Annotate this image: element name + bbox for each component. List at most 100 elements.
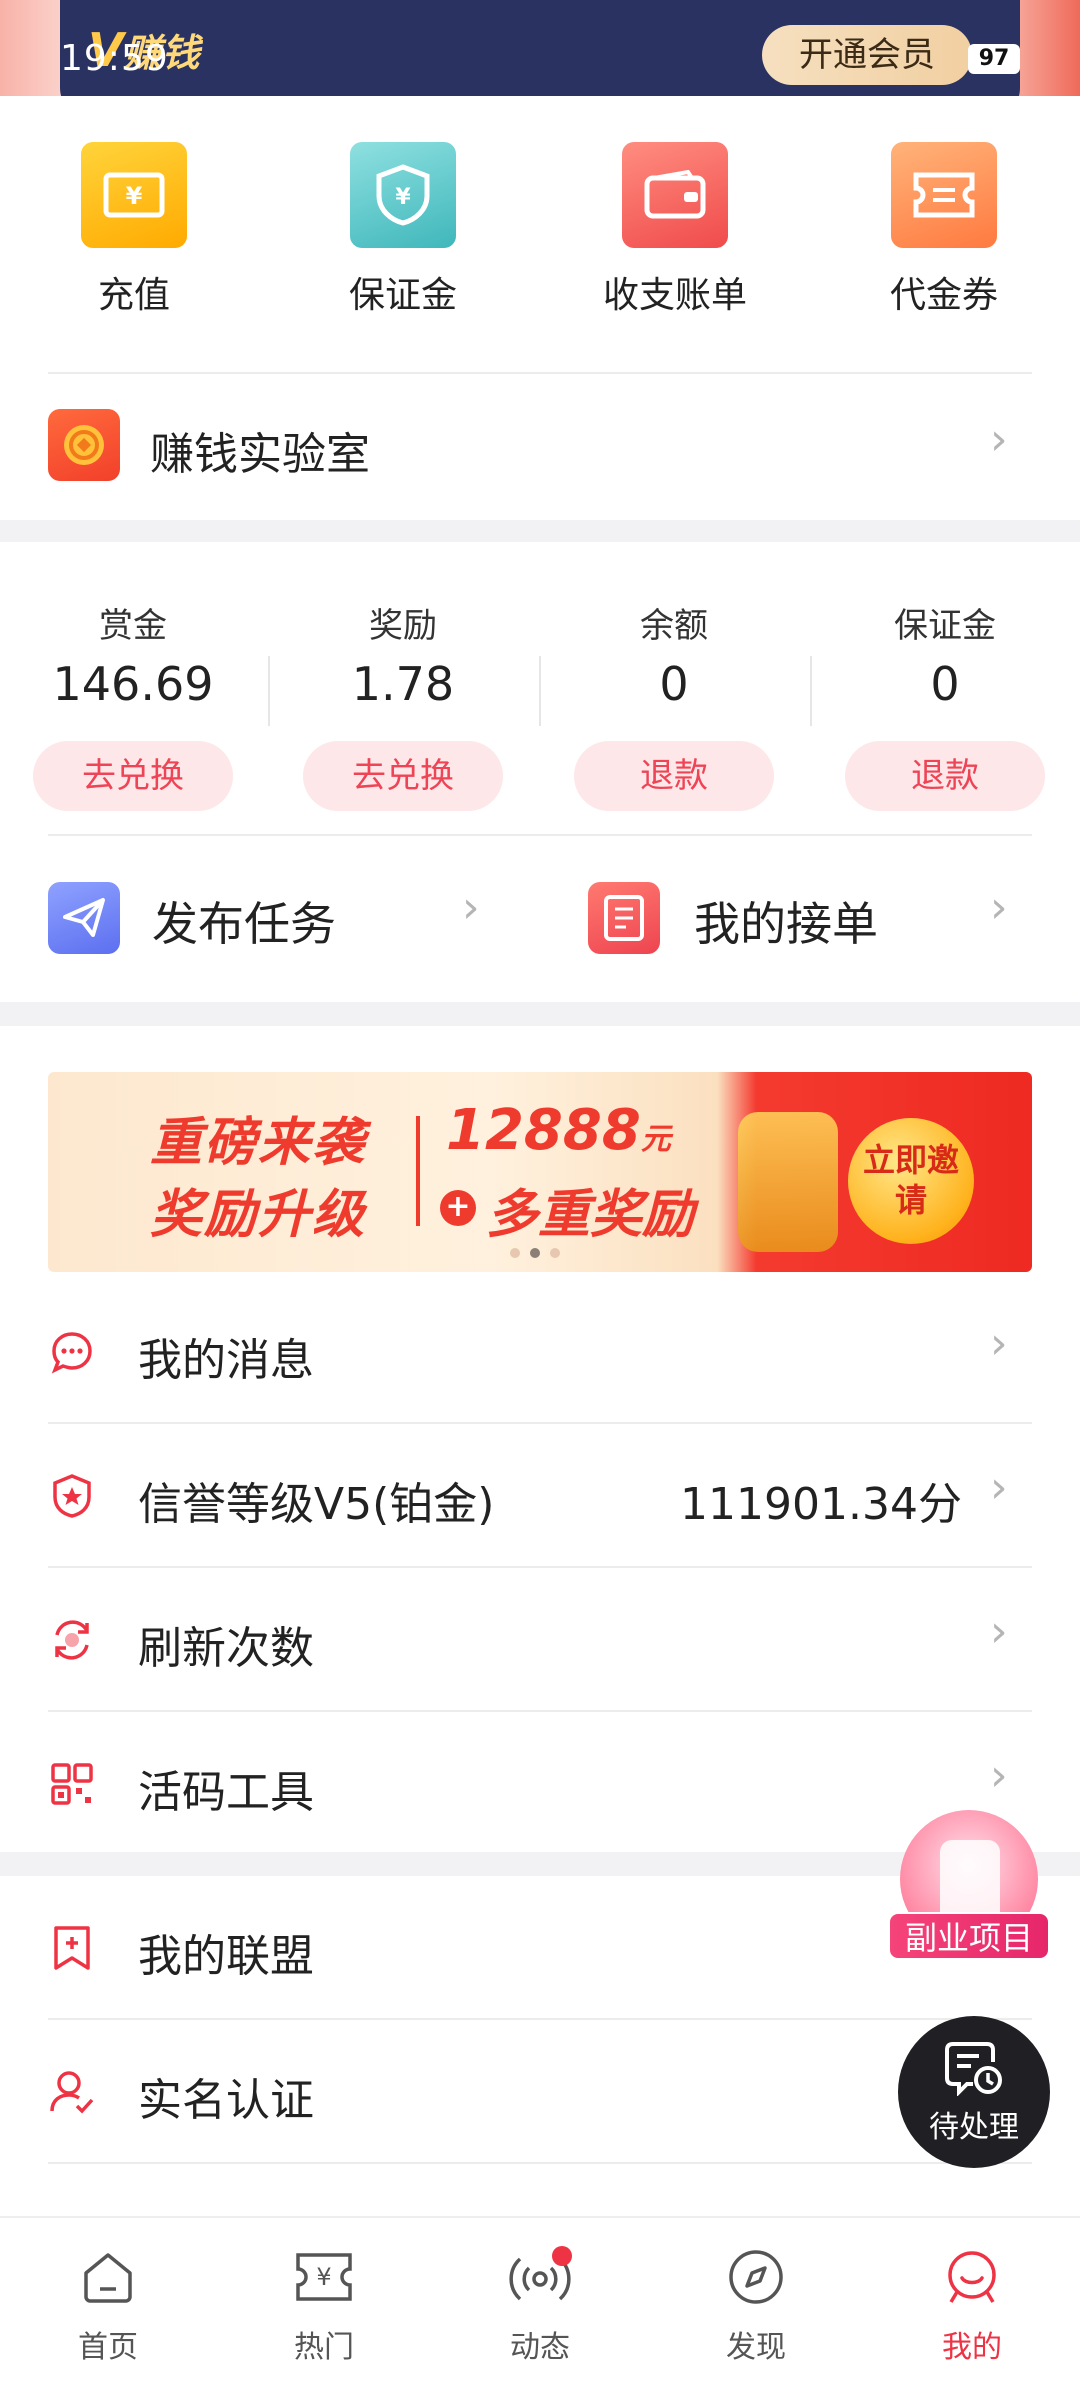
recharge-ticket-icon: ¥ <box>81 142 187 248</box>
open-member-button[interactable]: 开通会员 <box>762 25 972 85</box>
svg-text:¥: ¥ <box>126 182 143 210</box>
tab-discover[interactable]: 发现 <box>676 2244 836 2366</box>
menu-item-label: 实名认证 <box>138 2075 314 2126</box>
tab-profile[interactable]: 我的 <box>892 2244 1052 2366</box>
publish-task-button[interactable]: 发布任务 <box>152 888 336 954</box>
home-icon <box>28 2244 188 2310</box>
bounty-balance: 赏金 146.69 去兑换 <box>23 598 243 811</box>
chevron-right-icon: › <box>990 414 1008 465</box>
money-lab-label: 赚钱实验室 <box>150 429 370 480</box>
qrcode-icon <box>48 1760 96 1808</box>
pending-label: 待处理 <box>929 2110 1019 2145</box>
paper-plane-icon <box>48 882 120 954</box>
deposit-action[interactable]: ¥ 保证金 <box>303 142 503 318</box>
menu-item-label: 活码工具 <box>138 1767 314 1818</box>
side-project-float[interactable]: 副业项目 <box>888 1810 1050 1960</box>
refresh-icon <box>48 1616 96 1664</box>
menu-item-messages[interactable]: 我的消息 › <box>0 1280 1080 1424</box>
menu-item-credit-level[interactable]: 信誉等级V5(铂金) 111901.34分 › <box>0 1424 1080 1568</box>
remaining-balance: 余额 0 退款 <box>564 598 784 811</box>
menu-item-label: 信誉等级V5(铂金) <box>138 1479 495 1530</box>
tab-label: 动态 <box>510 2330 570 2365</box>
chevron-right-icon: › <box>462 882 480 933</box>
carousel-indicator <box>510 1248 560 1258</box>
remaining-refund-button[interactable]: 退款 <box>574 741 774 811</box>
order-list-icon <box>588 882 660 954</box>
chevron-right-icon: › <box>990 1750 1008 1801</box>
tab-label: 热门 <box>294 2330 354 2365</box>
divider <box>268 656 270 726</box>
coupon-action[interactable]: 代金券 <box>844 142 1044 318</box>
coupon-label: 代金券 <box>889 275 998 316</box>
notification-dot <box>552 2246 572 2266</box>
reward-balance: 奖励 1.78 去兑换 <box>293 598 513 811</box>
plus-icon: + <box>440 1190 476 1226</box>
tab-label: 我的 <box>942 2330 1002 2365</box>
divider <box>539 656 541 726</box>
bounty-title: 赏金 <box>99 606 167 646</box>
recharge-action[interactable]: ¥ 充值 <box>34 142 234 318</box>
profile-icon <box>892 2244 1052 2310</box>
chevron-right-icon: › <box>990 1606 1008 1657</box>
reward-exchange-button[interactable]: 去兑换 <box>303 741 503 811</box>
hot-ticket-icon: ¥ <box>244 2244 404 2310</box>
chevron-right-icon: › <box>990 1318 1008 1369</box>
invite-now-button[interactable]: 立即邀请 <box>848 1118 974 1244</box>
recharge-label: 充值 <box>97 275 170 316</box>
bounty-value: 146.69 <box>52 657 214 711</box>
message-icon <box>48 1328 96 1376</box>
menu-item-label: 我的联盟 <box>138 1931 314 1982</box>
reward-value: 1.78 <box>351 657 455 711</box>
banner-divider <box>416 1116 420 1226</box>
bill-label: 收支账单 <box>602 275 747 316</box>
deposit-balance: 保证金 0 退款 <box>835 598 1055 811</box>
banner-headline-3: 多重奖励 <box>486 1185 695 1245</box>
credit-score-value: 111901.34分 <box>680 1479 962 1530</box>
compass-icon <box>676 2244 836 2310</box>
coin-icon <box>48 409 120 481</box>
money-lab-row[interactable]: 赚钱实验室 › <box>0 374 1080 520</box>
divider <box>48 834 1032 836</box>
side-project-label: 副业项目 <box>888 1912 1050 1960</box>
status-time: 19:59 <box>60 38 169 79</box>
tab-label: 首页 <box>78 2330 138 2365</box>
menu-card: 重磅来袭 奖励升级 12888元 + 多重奖励 立即邀请 我的消息 › 信誉等级… <box>0 1026 1080 1852</box>
menu-item-refresh-count[interactable]: 刷新次数 › <box>0 1568 1080 1712</box>
tab-hot[interactable]: ¥ 热门 <box>244 2244 404 2366</box>
balance-card: 赏金 146.69 去兑换 奖励 1.78 去兑换 余额 0 退款 保证金 0 … <box>0 542 1080 1002</box>
credit-shield-icon <box>48 1472 96 1520</box>
chevron-right-icon: › <box>990 882 1008 933</box>
svg-text:¥: ¥ <box>316 2263 331 2291</box>
wallet-icon <box>622 142 728 248</box>
coupon-icon <box>891 142 997 248</box>
banner-headline-1: 重磅来袭 <box>150 1113 367 1173</box>
bill-action[interactable]: 收支账单 <box>575 142 775 318</box>
banner-headline-2: 奖励升级 <box>150 1185 367 1245</box>
svg-text:¥: ¥ <box>395 185 411 210</box>
remaining-title: 余额 <box>640 606 708 646</box>
menu-item-label: 刷新次数 <box>138 1623 314 1674</box>
deposit-refund-button[interactable]: 退款 <box>845 741 1045 811</box>
document-icon <box>940 1840 1000 1920</box>
menu-item-label: 我的消息 <box>138 1335 314 1386</box>
divider <box>48 2162 1032 2164</box>
deposit-title: 保证金 <box>894 606 996 646</box>
my-orders-button[interactable]: 我的接单 <box>694 888 878 954</box>
bottom-tab-bar: 首页 ¥ 热门 动态 发现 我的 <box>0 2216 1080 2388</box>
quick-actions-card: ¥ 充值 ¥ 保证金 收支账单 代金券 赚钱实验室 › <box>0 96 1080 520</box>
broadcast-icon <box>460 2244 620 2310</box>
shield-yuan-icon: ¥ <box>350 142 456 248</box>
tab-home[interactable]: 首页 <box>28 2244 188 2366</box>
pending-clock-icon <box>898 2040 1050 2096</box>
invite-banner[interactable]: 重磅来袭 奖励升级 12888元 + 多重奖励 立即邀请 <box>48 1072 1032 1272</box>
tab-label: 发现 <box>726 2330 786 2365</box>
tab-activity[interactable]: 动态 <box>460 2244 620 2366</box>
divider <box>810 656 812 726</box>
chevron-right-icon: › <box>990 1462 1008 1513</box>
pending-float-button[interactable]: 待处理 <box>898 2016 1050 2168</box>
gold-coins-decoration <box>738 1112 838 1252</box>
bookmark-plus-icon <box>48 1924 96 1972</box>
deposit-label: 保证金 <box>348 275 457 316</box>
user-check-icon <box>48 2068 96 2116</box>
bounty-exchange-button[interactable]: 去兑换 <box>33 741 233 811</box>
